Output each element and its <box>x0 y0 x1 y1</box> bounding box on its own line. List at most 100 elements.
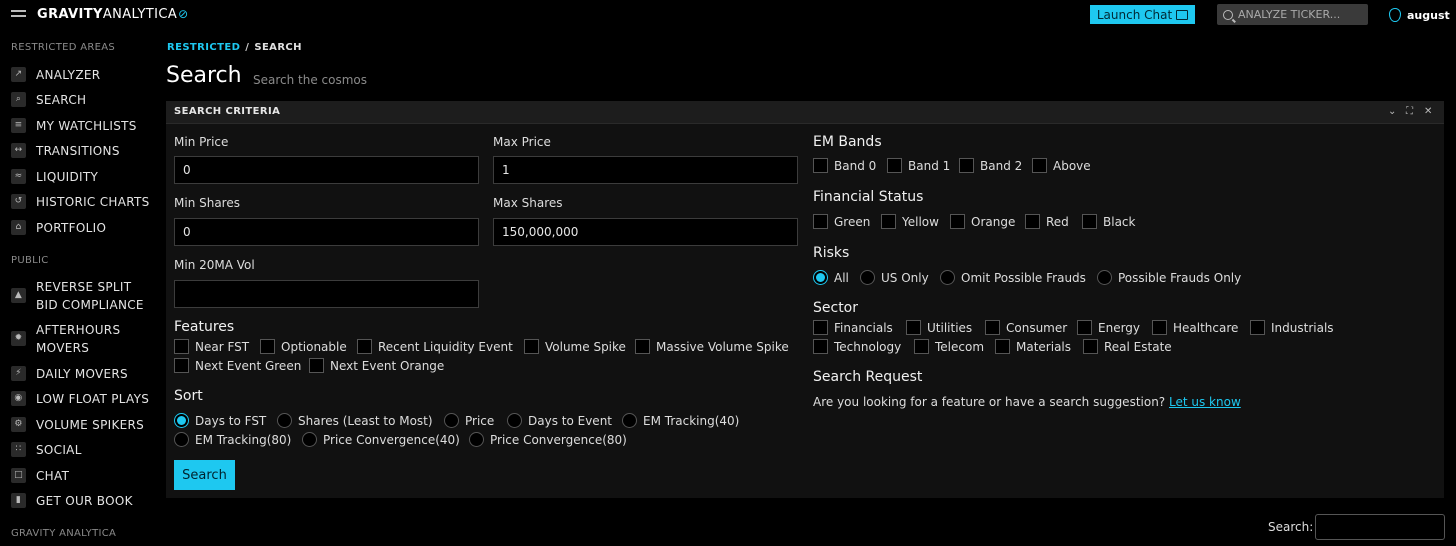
radio[interactable] <box>622 413 637 428</box>
min-20ma-vol-input[interactable] <box>174 280 479 308</box>
sidebar-item-afterhours-movers[interactable]: ✹ AFTERHOURS MOVERS <box>11 321 120 357</box>
sidebar-item-chat[interactable]: □ CHAT <box>11 467 69 485</box>
sidebar-item-portfolio[interactable]: ⌂ PORTFOLIO <box>11 219 106 237</box>
checkbox[interactable] <box>357 339 372 354</box>
feature-next-event-green[interactable]: Next Event Green <box>174 358 301 373</box>
sector-materials[interactable]: Materials <box>995 339 1071 354</box>
search-button[interactable]: Search <box>174 460 235 490</box>
checkbox[interactable] <box>950 214 965 229</box>
checkbox[interactable] <box>813 158 828 173</box>
checkbox[interactable] <box>881 214 896 229</box>
radio[interactable] <box>507 413 522 428</box>
risk-us-only[interactable]: US Only <box>860 270 929 285</box>
checkbox[interactable] <box>906 320 921 335</box>
sidebar-item-daily-movers[interactable]: ⚡ DAILY MOVERS <box>11 365 128 383</box>
checkbox[interactable] <box>813 339 828 354</box>
sort-em-tracking-40[interactable]: EM Tracking(40) <box>622 413 739 428</box>
checkbox[interactable] <box>174 339 189 354</box>
radio[interactable] <box>860 270 875 285</box>
radio[interactable] <box>940 270 955 285</box>
checkbox[interactable] <box>260 339 275 354</box>
em-band-above[interactable]: Above <box>1032 158 1091 173</box>
max-price-input[interactable] <box>493 156 798 184</box>
checkbox[interactable] <box>635 339 650 354</box>
sidebar-item-search[interactable]: ⌕ SEARCH <box>11 91 86 109</box>
sort-price[interactable]: Price <box>444 413 494 428</box>
sector-industrials[interactable]: Industrials <box>1250 320 1334 335</box>
status-orange[interactable]: Orange <box>950 214 1015 229</box>
radio[interactable] <box>277 413 292 428</box>
sector-telecom[interactable]: Telecom <box>914 339 984 354</box>
checkbox[interactable] <box>1032 158 1047 173</box>
checkbox[interactable] <box>1025 214 1040 229</box>
risk-all[interactable]: All <box>813 270 849 285</box>
close-icon[interactable]: ✕ <box>1424 106 1432 117</box>
feature-recent-liquidity-event[interactable]: Recent Liquidity Event <box>357 339 513 354</box>
breadcrumb-restricted[interactable]: RESTRICTED <box>167 42 240 53</box>
checkbox[interactable] <box>985 320 1000 335</box>
ticker-input[interactable] <box>1238 8 1362 21</box>
checkbox[interactable] <box>174 358 189 373</box>
max-shares-input[interactable] <box>493 218 798 246</box>
status-red[interactable]: Red <box>1025 214 1069 229</box>
sidebar-item-analyzer[interactable]: ↗ ANALYZER <box>11 66 100 84</box>
sort-price-convergence-40[interactable]: Price Convergence(40) <box>302 432 460 447</box>
min-shares-input[interactable] <box>174 218 479 246</box>
risk-possible-frauds-only[interactable]: Possible Frauds Only <box>1097 270 1241 285</box>
sector-utilities[interactable]: Utilities <box>906 320 972 335</box>
sidebar-item-volume-spikers[interactable]: ⚙ VOLUME SPIKERS <box>11 416 144 434</box>
collapse-chevron-icon[interactable]: ⌄ <box>1388 106 1396 117</box>
sidebar-item-low-float-plays[interactable]: ◉ LOW FLOAT PLAYS <box>11 390 149 408</box>
radio[interactable] <box>174 432 189 447</box>
min-price-input[interactable] <box>174 156 479 184</box>
sector-energy[interactable]: Energy <box>1077 320 1140 335</box>
checkbox[interactable] <box>914 339 929 354</box>
feature-volume-spike[interactable]: Volume Spike <box>524 339 626 354</box>
radio[interactable] <box>1097 270 1112 285</box>
radio-selected[interactable] <box>813 270 828 285</box>
expand-icon[interactable]: ⛶ <box>1406 106 1413 117</box>
sort-em-tracking-80[interactable]: EM Tracking(80) <box>174 432 291 447</box>
status-yellow[interactable]: Yellow <box>881 214 939 229</box>
sort-days-to-fst[interactable]: Days to FST <box>174 413 266 428</box>
ticker-search[interactable] <box>1217 4 1368 25</box>
checkbox[interactable] <box>309 358 324 373</box>
feature-optionable[interactable]: Optionable <box>260 339 347 354</box>
sort-shares-least-to-most[interactable]: Shares (Least to Most) <box>277 413 433 428</box>
risk-omit-possible-frauds[interactable]: Omit Possible Frauds <box>940 270 1086 285</box>
radio[interactable] <box>444 413 459 428</box>
sector-technology[interactable]: Technology <box>813 339 901 354</box>
checkbox[interactable] <box>1250 320 1265 335</box>
checkbox[interactable] <box>524 339 539 354</box>
sidebar-item-reverse-split[interactable]: ▲ REVERSE SPLIT BID COMPLIANCE <box>11 278 144 314</box>
checkbox[interactable] <box>1077 320 1092 335</box>
sort-days-to-event[interactable]: Days to Event <box>507 413 612 428</box>
checkbox[interactable] <box>995 339 1010 354</box>
menu-icon[interactable] <box>11 10 26 20</box>
radio[interactable] <box>302 432 317 447</box>
launch-chat-button[interactable]: Launch Chat <box>1090 5 1195 24</box>
let-us-know-link[interactable]: Let us know <box>1169 395 1241 409</box>
feature-near-fst[interactable]: Near FST <box>174 339 249 354</box>
checkbox[interactable] <box>959 158 974 173</box>
checkbox[interactable] <box>1082 214 1097 229</box>
sidebar-item-social[interactable]: ∷ SOCIAL <box>11 441 82 459</box>
em-band-2[interactable]: Band 2 <box>959 158 1022 173</box>
checkbox[interactable] <box>813 214 828 229</box>
em-band-0[interactable]: Band 0 <box>813 158 876 173</box>
footer-search-input[interactable] <box>1315 514 1445 540</box>
sector-healthcare[interactable]: Healthcare <box>1152 320 1238 335</box>
radio[interactable] <box>469 432 484 447</box>
checkbox[interactable] <box>1152 320 1167 335</box>
status-green[interactable]: Green <box>813 214 870 229</box>
feature-next-event-orange[interactable]: Next Event Orange <box>309 358 444 373</box>
status-black[interactable]: Black <box>1082 214 1135 229</box>
checkbox[interactable] <box>813 320 828 335</box>
checkbox[interactable] <box>1083 339 1098 354</box>
sidebar-item-historic-charts[interactable]: ↺ HISTORIC CHARTS <box>11 193 150 211</box>
sort-price-convergence-80[interactable]: Price Convergence(80) <box>469 432 627 447</box>
feature-massive-volume-spike[interactable]: Massive Volume Spike <box>635 339 789 354</box>
radio-selected[interactable] <box>174 413 189 428</box>
sidebar-item-get-our-book[interactable]: ▮ GET OUR BOOK <box>11 492 133 510</box>
user-menu[interactable]: august <box>1389 8 1450 22</box>
